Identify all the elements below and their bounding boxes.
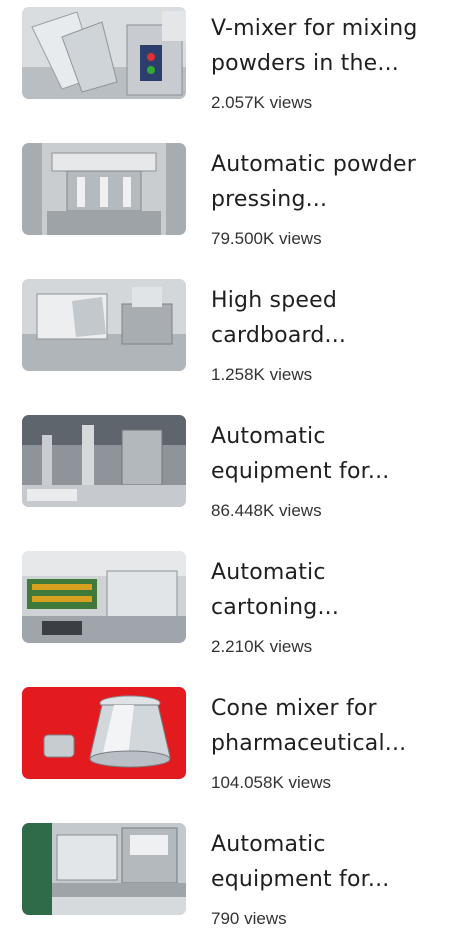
view-count: 790 views [211, 909, 287, 928]
video-title[interactable]: Automatic equipment for... [211, 827, 456, 897]
automatic-equipment-thumbnail [22, 415, 186, 507]
video-title-line: equipment for... [211, 459, 390, 484]
video-item[interactable]: Automatic powder pressing... 79.500K vie… [0, 143, 463, 255]
video-thumbnail[interactable] [22, 415, 186, 507]
view-count: 1.258K views [211, 365, 313, 384]
view-count: 104.058K views [211, 773, 332, 792]
video-item[interactable]: V-mixer for mixing powders in the... 2.0… [0, 7, 463, 119]
cardboard-machine-thumbnail [22, 279, 186, 371]
video-title[interactable]: Cone mixer for pharmaceutical... [211, 691, 456, 761]
powder-press-thumbnail [22, 143, 186, 235]
video-thumbnail[interactable] [22, 687, 186, 779]
video-thumbnail[interactable] [22, 823, 186, 915]
video-title-line: equipment for... [211, 867, 390, 892]
video-title[interactable]: Automatic powder pressing... [211, 147, 456, 217]
video-item[interactable]: Automatic equipment for... 86.448K views [0, 415, 463, 527]
video-title-line: powders in the... [211, 51, 399, 76]
view-count: 79.500K views [211, 229, 322, 248]
video-title-line: pharmaceutical... [211, 731, 407, 756]
video-title[interactable]: High speed cardboard... [211, 283, 456, 353]
video-thumbnail[interactable] [22, 279, 186, 371]
cartoning-machine-thumbnail [22, 551, 186, 643]
video-item[interactable]: Cone mixer for pharmaceutical... 104.058… [0, 687, 463, 799]
video-title-line: Automatic [211, 560, 326, 585]
video-title-line: Automatic [211, 832, 326, 857]
video-title-line: cardboard... [211, 323, 347, 348]
cone-mixer-thumbnail [22, 687, 186, 779]
video-title-line: Cone mixer for [211, 696, 377, 721]
video-title-line: High speed [211, 288, 338, 313]
v-mixer-machine-thumbnail [22, 7, 186, 99]
video-item[interactable]: Automatic cartoning... 2.210K views [0, 551, 463, 663]
video-item[interactable]: High speed cardboard... 1.258K views [0, 279, 463, 391]
equipment-line-thumbnail [22, 823, 186, 915]
view-count: 2.210K views [211, 637, 313, 656]
view-count: 86.448K views [211, 501, 322, 520]
video-title[interactable]: Automatic equipment for... [211, 419, 456, 489]
video-thumbnail[interactable] [22, 7, 186, 99]
video-title-line: Automatic [211, 424, 326, 449]
video-title-line: cartoning... [211, 595, 340, 620]
video-title-line: pressing... [211, 187, 328, 212]
video-thumbnail[interactable] [22, 551, 186, 643]
video-title[interactable]: Automatic cartoning... [211, 555, 456, 625]
video-thumbnail[interactable] [22, 143, 186, 235]
view-count: 2.057K views [211, 93, 313, 112]
video-title-line: V-mixer for mixing [211, 16, 418, 41]
video-title-line: Automatic powder [211, 152, 416, 177]
video-item[interactable]: Automatic equipment for... 790 views [0, 823, 463, 935]
video-title[interactable]: V-mixer for mixing powders in the... [211, 11, 456, 81]
